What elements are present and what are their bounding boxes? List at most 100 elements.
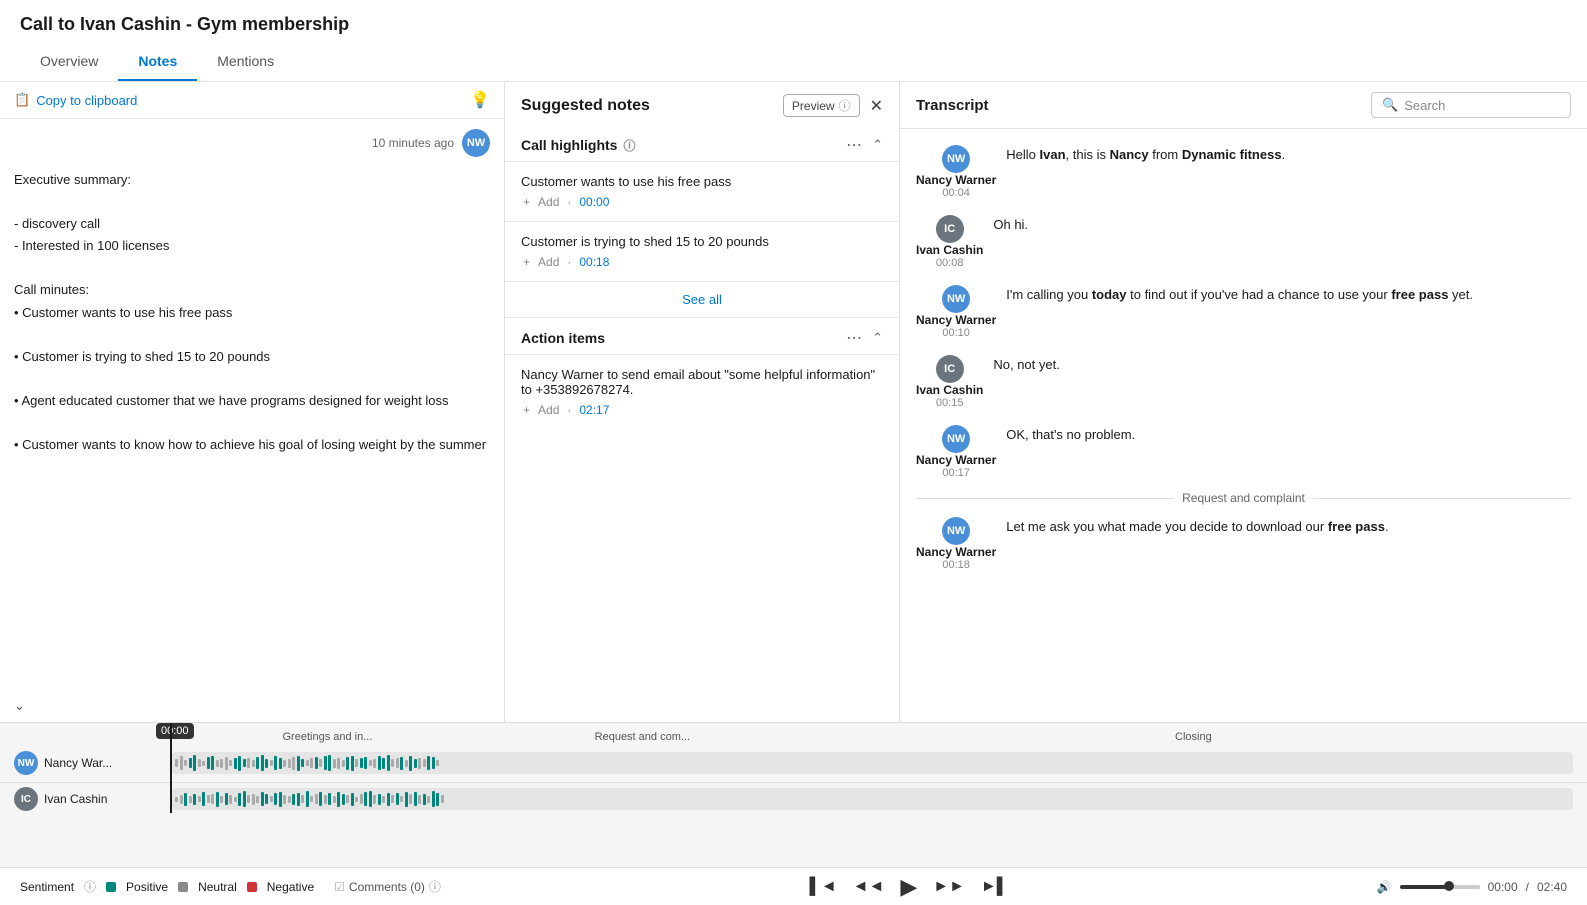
current-time: 00:00 [1488,880,1518,894]
volume-slider[interactable] [1400,885,1480,889]
highlight-add-link-1[interactable]: + Add · 00:00 [521,195,883,209]
volume-thumb [1444,881,1454,891]
divider-request-complaint: Request and complaint [900,487,1587,509]
positive-label: Positive [126,880,168,894]
play-button[interactable]: ▶ [900,874,917,900]
speaker-name-1: Nancy Warner [916,173,996,187]
waveform-avatar-nw: NW [14,751,38,775]
highlights-info-icon: ⓘ [623,137,635,154]
action-items-actions: ⋯ ⌃ [846,328,883,348]
avatar-ic-1: IC [936,215,964,243]
neutral-label: Neutral [198,880,237,894]
action-items-collapse-button[interactable]: ⌃ [872,330,883,346]
close-suggested-notes-button[interactable]: ✕ [870,96,883,116]
search-placeholder: Search [1404,98,1445,113]
transcript-message-2: IC Ivan Cashin 00:08 Oh hi. [900,207,1587,277]
call-highlights-actions: ⋯ ⌃ [846,135,883,155]
transcript-messages: NW Nancy Warner 00:04 Hello Ivan, this i… [900,129,1587,587]
copy-to-clipboard-button[interactable]: 📋 Copy to clipboard [14,92,137,108]
msg-time-2: 00:08 [936,257,964,269]
msg-body-2: Oh hi. [993,215,1571,269]
tab-overview[interactable]: Overview [20,43,118,81]
suggested-notes-header: Suggested notes Preview ⓘ ✕ [505,82,899,125]
segment-request: Request and com... [485,731,800,743]
highlight-timestamp-1[interactable]: 00:00 [579,195,609,209]
action-items-more-button[interactable]: ⋯ [846,328,864,348]
avatar-ic-2: IC [936,355,964,383]
call-highlights-title: Call highlights ⓘ [521,137,635,154]
msg-body-1: Hello Ivan, this is Nancy from Dynamic f… [1006,145,1571,199]
segment-greetings: Greetings and in... [170,731,485,743]
notes-panel: 📋 Copy to clipboard 💡 10 minutes ago NW … [0,82,505,722]
volume-icon[interactable]: 🔊 [1377,880,1392,894]
transcript-message-1: NW Nancy Warner 00:04 Hello Ivan, this i… [900,137,1587,207]
msg-time-4: 00:15 [936,397,964,409]
comments-section[interactable]: ☑ Comments (0) ⓘ [334,878,441,895]
preview-label: Preview [792,99,835,113]
transcript-header: Transcript 🔍 Search [900,82,1587,129]
segment-closing: Closing [800,731,1587,743]
action-add-plus-icon: + [523,403,530,417]
notes-content: Executive summary: - discovery call - In… [0,161,504,470]
transcript-title: Transcript [916,97,989,114]
waveform-track-nw[interactable] [172,752,1573,774]
suggested-notes-panel: Suggested notes Preview ⓘ ✕ Call highlig… [505,82,900,722]
avatar-nw-3: NW [942,425,970,453]
action-add-link-1[interactable]: + Add · 02:17 [521,403,883,417]
chevron-down-icon[interactable]: ⌄ [14,698,25,714]
bulb-icon[interactable]: 💡 [470,90,490,110]
fast-forward-button[interactable]: ►► [933,878,965,896]
see-all-link[interactable]: See all [682,292,722,307]
rewind-button[interactable]: ◄◄ [853,878,885,896]
waveform-track-ic[interactable] [172,788,1573,810]
highlight-item-1: Customer wants to use his free pass + Ad… [505,161,899,221]
negative-dot [247,882,257,892]
tab-mentions[interactable]: Mentions [197,43,294,81]
call-highlights-header: Call highlights ⓘ ⋯ ⌃ [505,125,899,161]
highlight-text-1: Customer wants to use his free pass [521,174,883,189]
timeline-area: 00:00 Greetings and in... Request and co… [0,722,1587,867]
add-plus-icon-2: + [523,255,530,269]
speaker-name-3: Nancy Warner [916,313,996,327]
timestamp-row: 10 minutes ago NW [0,119,504,161]
checkbox-icon: ☑ [334,880,345,894]
main-layout: 📋 Copy to clipboard 💡 10 minutes ago NW … [0,82,1587,722]
tab-notes[interactable]: Notes [118,43,197,81]
notes-toolbar: 📋 Copy to clipboard 💡 [0,82,504,119]
avatar-nw: NW [462,129,490,157]
skip-to-end-button[interactable]: ►▌ [981,878,1008,896]
info-icon: ⓘ [839,97,851,114]
highlight-timestamp-2[interactable]: 00:18 [579,255,609,269]
msg-time-5: 00:17 [942,467,970,479]
info-icon-sentiment: ⓘ [84,878,96,895]
waveform-name-nw: Nancy War... [44,756,112,770]
msg-body-6: Let me ask you what made you decide to d… [1006,517,1571,571]
transcript-message-3: NW Nancy Warner 00:10 I'm calling you to… [900,277,1587,347]
speaker-name-5: Nancy Warner [916,453,996,467]
page-title: Call to Ivan Cashin - Gym membership [0,0,1587,43]
see-all-highlights[interactable]: See all [505,281,899,318]
skip-to-start-button[interactable]: ▌◄ [809,878,836,896]
tabs-bar: Overview Notes Mentions [0,43,1587,82]
msg-time-1: 00:04 [942,187,970,199]
action-timestamp-1[interactable]: 02:17 [579,403,609,417]
avatar-nw-4: NW [942,517,970,545]
waveform-row-ic: IC Ivan Cashin [0,783,1587,817]
msg-time-6: 00:18 [942,559,970,571]
add-plus-icon-1: + [523,195,530,209]
call-highlights-collapse-button[interactable]: ⌃ [872,137,883,153]
action-item-text-1: Nancy Warner to send email about "some h… [521,367,883,397]
msg-body-4: No, not yet. [993,355,1571,409]
total-time: 02:40 [1537,880,1567,894]
transcript-panel: Transcript 🔍 Search NW Nancy Warner 00:0… [900,82,1587,722]
transcript-search-box[interactable]: 🔍 Search [1371,92,1571,118]
highlight-add-link-2[interactable]: + Add · 00:18 [521,255,883,269]
copy-label: Copy to clipboard [36,93,137,108]
speaker-name-2: Ivan Cashin [916,243,983,257]
volume-section: 🔊 00:00 / 02:40 [1377,880,1567,894]
highlight-text-2: Customer is trying to shed 15 to 20 poun… [521,234,883,249]
speaker-name-6: Nancy Warner [916,545,996,559]
call-highlights-more-button[interactable]: ⋯ [846,135,864,155]
positive-dot [106,882,116,892]
waveform-avatar-ic: IC [14,787,38,811]
